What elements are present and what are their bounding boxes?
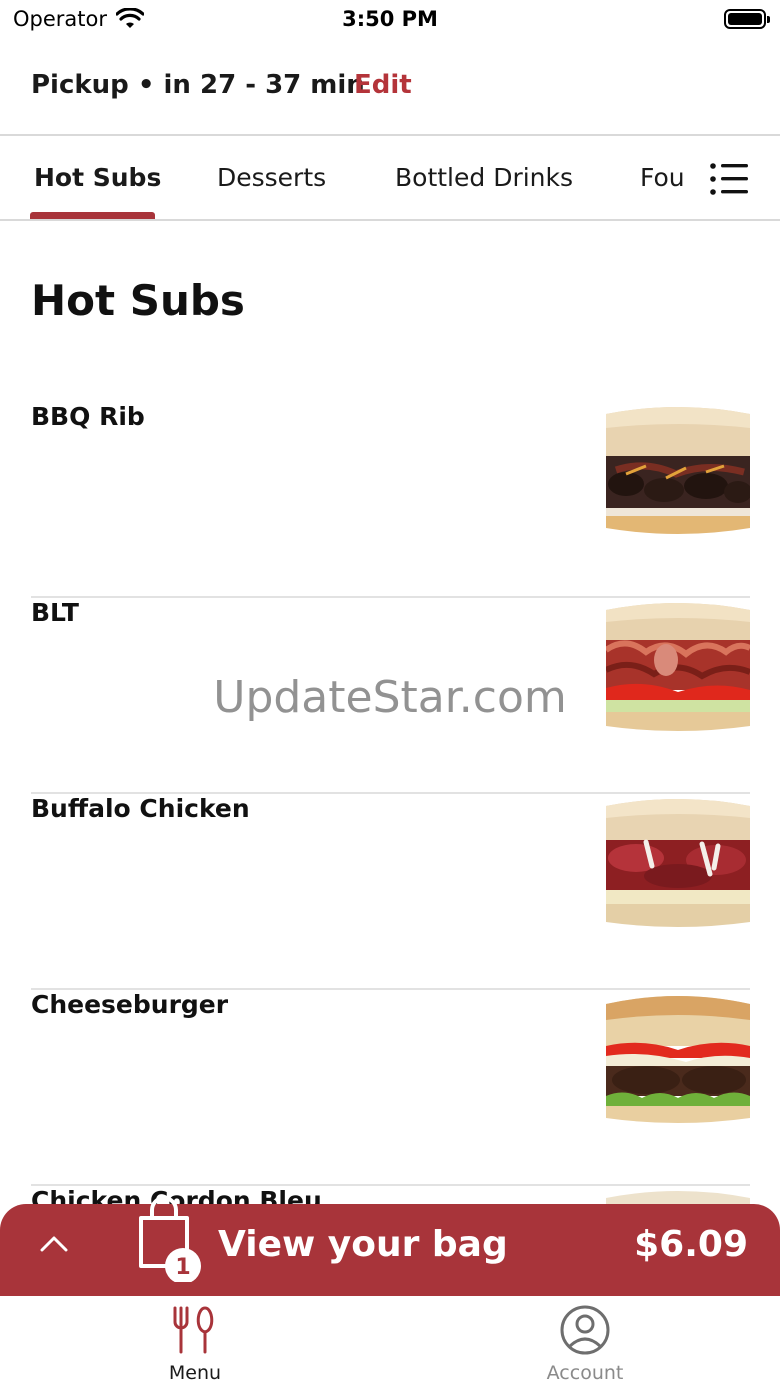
clock: 3:50 PM: [342, 7, 438, 31]
view-bag-label: View your bag: [218, 1224, 508, 1265]
section-title: Hot Subs: [31, 276, 245, 325]
cheeseburger-sub-image: [606, 992, 750, 1128]
account-icon: [560, 1305, 610, 1355]
buffalo-chicken-sub-image: [606, 796, 750, 932]
pickup-time-label: Pickup • in 27 - 37 min: [31, 70, 365, 100]
menu-item[interactable]: BLT: [31, 598, 750, 794]
blt-sub-image: [606, 600, 750, 736]
menu-item[interactable]: Buffalo Chicken: [31, 794, 750, 990]
nav-menu[interactable]: Menu: [95, 1296, 295, 1387]
bag-count-badge: 1: [175, 1255, 190, 1280]
view-bag-bar[interactable]: 1 View your bag $6.09: [0, 1196, 780, 1296]
battery-icon: [724, 9, 770, 29]
nav-account-label: Account: [546, 1362, 624, 1384]
menu-item[interactable]: Cheeseburger: [31, 990, 750, 1186]
chevron-up-icon[interactable]: [40, 1234, 68, 1254]
status-bar: Operator 3:50 PM: [0, 0, 780, 40]
item-name: BLT: [31, 598, 79, 627]
bottom-nav: Menu Account: [0, 1296, 780, 1387]
tab-fountain[interactable]: Fou: [640, 163, 685, 192]
category-list-icon[interactable]: [708, 161, 750, 197]
nav-account[interactable]: Account: [485, 1296, 685, 1387]
menu-item[interactable]: BBQ Rib: [31, 402, 750, 598]
shopping-bag-icon: 1: [139, 1196, 201, 1282]
pickup-header: Pickup • in 27 - 37 min Edit: [0, 40, 780, 136]
bag-total: $6.09: [634, 1224, 748, 1265]
tab-desserts[interactable]: Desserts: [217, 163, 326, 192]
edit-pickup-link[interactable]: Edit: [354, 70, 412, 100]
item-name: Buffalo Chicken: [31, 794, 250, 823]
bbq-rib-sub-image: [606, 404, 750, 540]
category-tabs: Hot Subs Desserts Bottled Drinks Fou: [0, 137, 780, 221]
fork-knife-icon: [173, 1306, 214, 1354]
tab-bottled-drinks[interactable]: Bottled Drinks: [395, 163, 573, 192]
tab-hot-subs[interactable]: Hot Subs: [34, 163, 161, 192]
active-tab-indicator: [30, 212, 155, 219]
item-name: Cheeseburger: [31, 990, 229, 1019]
nav-menu-label: Menu: [168, 1362, 222, 1384]
item-name: BBQ Rib: [31, 402, 145, 431]
